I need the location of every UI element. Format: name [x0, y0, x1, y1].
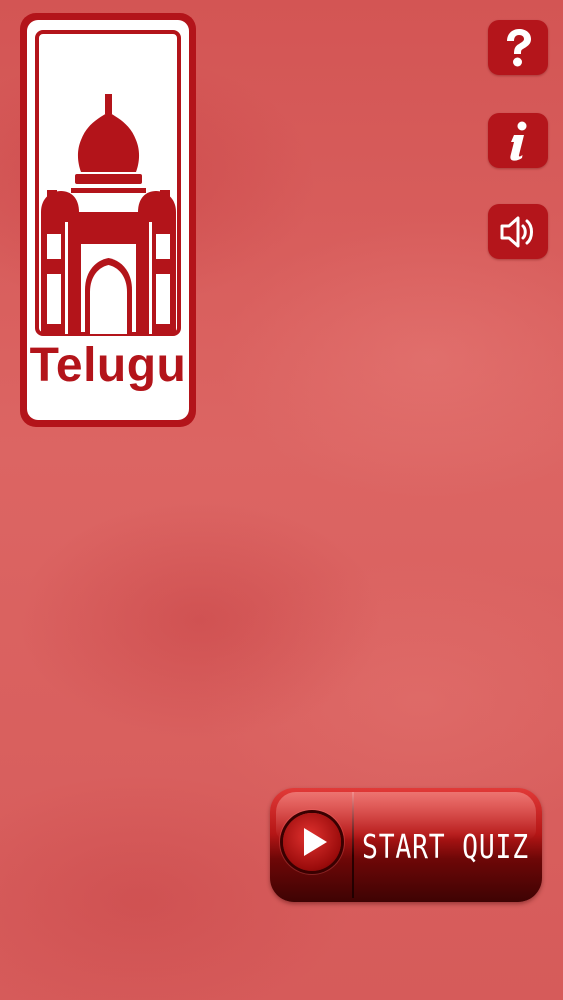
- app-logo: Telugu: [20, 13, 196, 427]
- start-quiz-label: START QUIZ: [362, 827, 529, 866]
- logo-card-inner: Telugu: [27, 20, 189, 420]
- start-quiz-button[interactable]: START QUIZ: [270, 788, 542, 902]
- speaker-icon: [500, 216, 533, 247]
- button-divider: [352, 792, 354, 898]
- info-button[interactable]: [488, 113, 548, 168]
- help-button[interactable]: [488, 20, 548, 75]
- info-icon: [510, 121, 527, 161]
- play-icon: [283, 813, 341, 871]
- sound-button[interactable]: [488, 204, 548, 259]
- temple-monument-icon: [41, 94, 176, 334]
- logo-text: Telugu: [29, 339, 187, 392]
- question-mark-icon: [507, 28, 531, 66]
